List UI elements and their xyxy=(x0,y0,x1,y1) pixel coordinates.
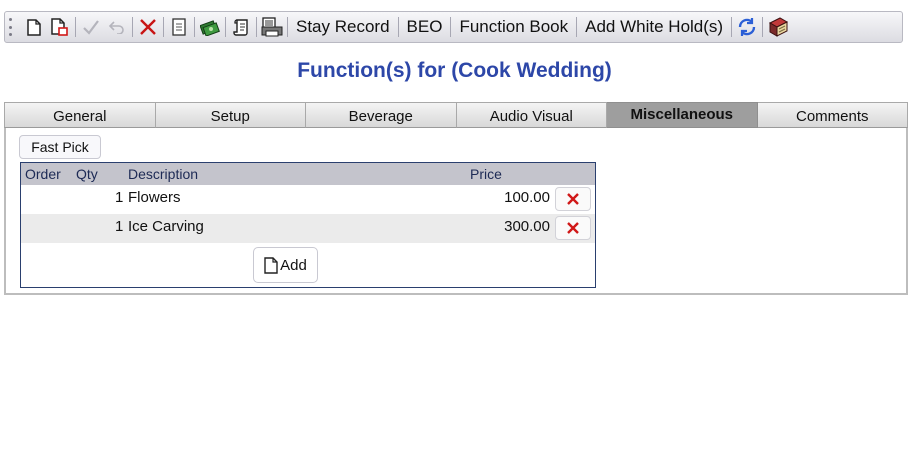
column-qty: Qty xyxy=(76,166,98,182)
undo-icon[interactable] xyxy=(104,13,130,41)
refresh-icon[interactable] xyxy=(734,13,760,41)
add-white-holds-label: Add White Hold(s) xyxy=(585,17,724,36)
stay-record-label: Stay Record xyxy=(296,17,390,36)
toolbar-separator xyxy=(75,17,76,37)
toolbar-separator xyxy=(576,17,578,37)
toolbar-separator xyxy=(256,17,257,37)
delete-document-icon[interactable] xyxy=(47,13,73,41)
column-price: Price xyxy=(470,166,502,182)
notes-icon[interactable] xyxy=(166,13,192,41)
tab-miscellaneous[interactable]: Miscellaneous xyxy=(607,102,758,128)
row-qty: 1 xyxy=(115,218,124,235)
delete-row-button[interactable] xyxy=(555,216,591,240)
toolbar-separator xyxy=(132,17,133,37)
check-icon[interactable] xyxy=(78,13,104,41)
misc-items-table: Order Qty Description Price 1 Flowers 10… xyxy=(20,162,596,288)
table-row[interactable]: 1 Flowers 100.00 xyxy=(21,185,595,214)
row-price: 100.00 xyxy=(504,189,550,206)
new-document-icon xyxy=(264,256,278,274)
tab-comments[interactable]: Comments xyxy=(757,102,908,128)
tab-setup[interactable]: Setup xyxy=(155,102,306,128)
tab-beverage[interactable]: Beverage xyxy=(306,102,457,128)
add-white-holds-button[interactable]: Add White Hold(s) xyxy=(579,13,729,41)
money-icon[interactable] xyxy=(197,13,223,41)
tab-audio-visual[interactable]: Audio Visual xyxy=(456,102,607,128)
toolbar-separator xyxy=(762,17,764,37)
column-description: Description xyxy=(128,166,199,182)
delete-row-button[interactable] xyxy=(555,187,591,211)
tab-general[interactable]: General xyxy=(4,102,156,128)
delete-x-icon xyxy=(567,222,579,234)
function-book-label: Function Book xyxy=(459,17,569,36)
scroll-icon[interactable] xyxy=(228,13,254,41)
toolbar-separator xyxy=(225,17,226,37)
print-icon[interactable] xyxy=(259,13,285,41)
beo-button[interactable]: BEO xyxy=(401,13,449,41)
tab-bar: General Setup Beverage Audio Visual Misc… xyxy=(4,102,908,128)
beo-label: BEO xyxy=(406,17,443,36)
toolbar-separator xyxy=(194,17,195,37)
toolbar-separator xyxy=(163,17,164,37)
toolbar-separator xyxy=(397,17,399,37)
table-row[interactable]: 1 Ice Carving 300.00 xyxy=(21,214,595,243)
delete-x-icon xyxy=(567,193,579,205)
new-document-icon[interactable] xyxy=(21,13,47,41)
toolbar: Stay Record BEO Function Book Add White … xyxy=(4,11,903,43)
toolbar-separator xyxy=(287,17,288,37)
toolbar-separator xyxy=(450,17,452,37)
add-item-button[interactable]: Add xyxy=(253,247,318,283)
column-order: Order xyxy=(25,166,61,182)
row-price: 300.00 xyxy=(504,218,550,235)
fast-pick-button[interactable]: Fast Pick xyxy=(19,135,101,159)
function-tabs-panel: General Setup Beverage Audio Visual Misc… xyxy=(4,102,908,295)
cancel-x-icon[interactable] xyxy=(135,13,161,41)
toolbar-separator xyxy=(731,17,733,37)
toolbar-grip[interactable] xyxy=(9,18,15,36)
page-title: Function(s) for (Cook Wedding) xyxy=(297,59,612,82)
add-item-label: Add xyxy=(280,256,307,274)
row-description: Ice Carving xyxy=(128,218,204,235)
function-book-button[interactable]: Function Book xyxy=(453,13,574,41)
row-description: Flowers xyxy=(128,189,181,206)
book-icon[interactable] xyxy=(765,13,791,41)
stay-record-button[interactable]: Stay Record xyxy=(290,13,396,41)
table-header: Order Qty Description Price xyxy=(21,163,595,185)
row-qty: 1 xyxy=(115,189,124,206)
